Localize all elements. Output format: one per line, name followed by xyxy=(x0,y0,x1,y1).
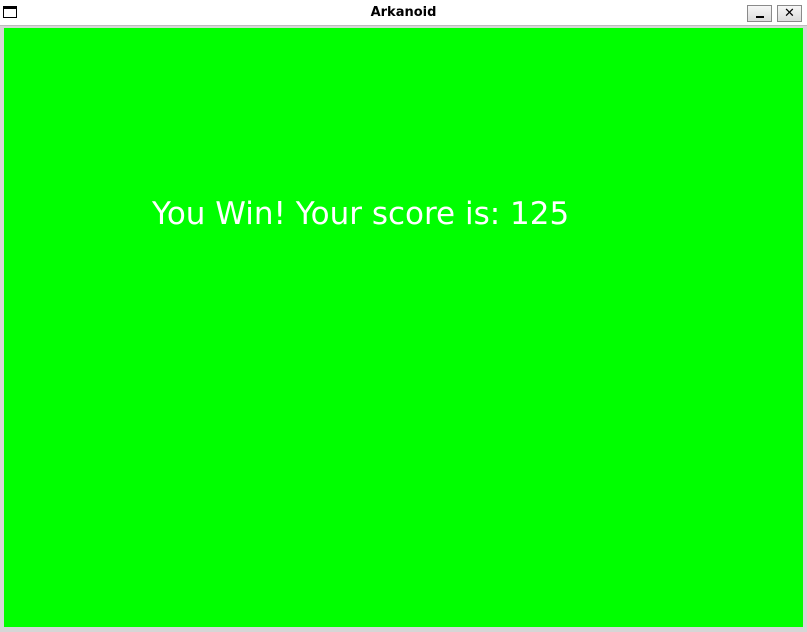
game-canvas[interactable]: You Win! Your score is: 125 xyxy=(4,28,803,627)
win-message: You Win! Your score is: 125 xyxy=(152,196,570,232)
window-title: Arkanoid xyxy=(370,5,437,20)
game-window: Arkanoid ✕ You Win! Your score is: 125 xyxy=(0,0,807,632)
minimize-icon xyxy=(756,16,764,18)
title-bar[interactable]: Arkanoid ✕ xyxy=(0,0,807,26)
close-icon: ✕ xyxy=(784,6,795,21)
minimize-button[interactable] xyxy=(747,5,772,22)
close-button[interactable]: ✕ xyxy=(777,5,802,22)
